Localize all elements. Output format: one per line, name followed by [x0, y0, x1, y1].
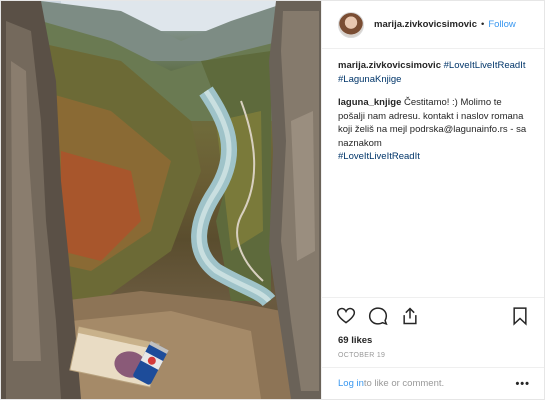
avatar[interactable] — [338, 11, 364, 38]
login-prompt-text: to like or comment. — [363, 378, 445, 389]
comment: marija.zivkovicsimovic #LoveItLiveItRead… — [338, 59, 530, 86]
author-username[interactable]: marija.zivkovicsimovic — [374, 19, 477, 30]
hashtag-link[interactable]: #LagunaKnjige — [338, 74, 401, 85]
comment-icon[interactable] — [368, 306, 388, 326]
more-options-icon[interactable]: ••• — [515, 378, 530, 390]
hashtag-link[interactable]: #LoveItLiveItReadIt — [444, 60, 526, 71]
post-side-panel: marija.zivkovicsimovic • Follow marija.z… — [321, 1, 544, 399]
heart-icon[interactable] — [336, 306, 356, 326]
action-bar — [322, 297, 544, 333]
post-footer: Log in to like or comment. ••• — [322, 367, 544, 399]
share-icon[interactable] — [400, 306, 420, 326]
follow-button[interactable]: Follow — [488, 19, 515, 30]
hashtag-link[interactable]: #LoveItLiveItReadIt — [338, 151, 420, 162]
post-header: marija.zivkovicsimovic • Follow — [322, 1, 544, 49]
comment-user[interactable]: marija.zivkovicsimovic — [338, 60, 444, 71]
login-link[interactable]: Log in — [338, 378, 364, 389]
bookmark-icon[interactable] — [510, 306, 530, 326]
comments-list: marija.zivkovicsimovic #LoveItLiveItRead… — [338, 59, 530, 174]
header-separator: • — [480, 19, 485, 30]
instagram-post: marija.zivkovicsimovic • Follow marija.z… — [0, 0, 545, 400]
post-date: OCTOBER 19 — [338, 352, 386, 359]
likes-count[interactable]: 69 likes — [338, 335, 372, 346]
comment-user[interactable]: laguna_knjige — [338, 97, 404, 108]
photo-illustration — [1, 1, 321, 399]
post-photo[interactable] — [1, 1, 321, 399]
comment: laguna_knjige Čestitamo! :) Molimo te po… — [338, 96, 530, 164]
